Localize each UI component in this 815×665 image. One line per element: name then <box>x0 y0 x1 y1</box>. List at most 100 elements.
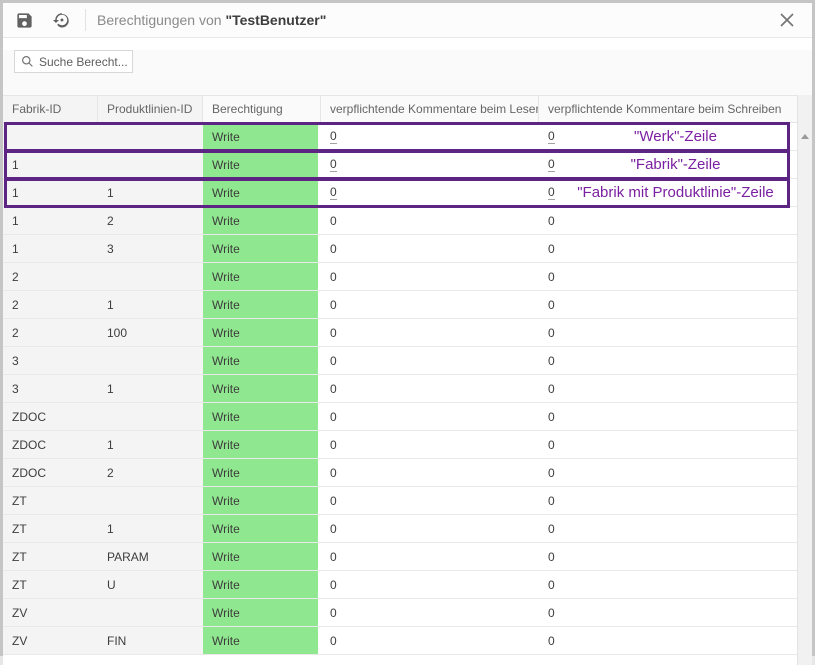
save-button[interactable] <box>11 7 37 33</box>
cell-fabrik-id[interactable]: 1 <box>3 179 98 206</box>
column-header-berechtigung[interactable]: Berechtigung <box>203 96 321 122</box>
cell-kommentare-lesen[interactable]: 0 <box>321 515 539 542</box>
cell-kommentare-lesen[interactable]: 0 <box>321 487 539 514</box>
cell-produktlinien-id[interactable]: PARAM <box>98 543 203 570</box>
cell-kommentare-schreiben[interactable]: 0 <box>539 263 797 290</box>
cell-produktlinien-id[interactable]: 1 <box>98 179 203 206</box>
cell-berechtigung[interactable]: Write <box>203 599 321 626</box>
cell-fabrik-id[interactable]: ZDOC <box>3 403 98 430</box>
table-row[interactable]: 2100Write00 <box>3 319 797 347</box>
cell-produktlinien-id[interactable] <box>98 123 203 150</box>
cell-kommentare-schreiben[interactable]: 0"Werk"-Zeile <box>539 123 797 150</box>
cell-fabrik-id[interactable]: ZV <box>3 599 98 626</box>
cell-berechtigung[interactable]: Write <box>203 403 321 430</box>
cell-kommentare-schreiben[interactable]: 0 <box>539 627 797 654</box>
cell-berechtigung[interactable]: Write <box>203 375 321 402</box>
column-header-kommentare-lesen[interactable]: verpflichtende Kommentare beim Lesen <box>321 96 539 122</box>
table-row[interactable]: ZTWrite00 <box>3 487 797 515</box>
cell-berechtigung[interactable]: Write <box>203 263 321 290</box>
table-row[interactable]: Write00"Werk"-Zeile <box>3 123 797 151</box>
table-row[interactable]: 21Write00 <box>3 291 797 319</box>
cell-fabrik-id[interactable]: ZT <box>3 571 98 598</box>
table-row[interactable]: 12Write00 <box>3 207 797 235</box>
cell-produktlinien-id[interactable]: 100 <box>98 319 203 346</box>
cell-kommentare-schreiben[interactable]: 0 <box>539 599 797 626</box>
cell-kommentare-lesen[interactable]: 0 <box>321 291 539 318</box>
table-row[interactable]: 31Write00 <box>3 375 797 403</box>
cell-fabrik-id[interactable]: 2 <box>3 291 98 318</box>
table-row[interactable]: ZDOC2Write00 <box>3 459 797 487</box>
cell-kommentare-schreiben[interactable]: 0 <box>539 235 797 262</box>
cell-kommentare-schreiben[interactable]: 0 <box>539 487 797 514</box>
cell-kommentare-lesen[interactable]: 0 <box>321 375 539 402</box>
cell-berechtigung[interactable]: Write <box>203 291 321 318</box>
cell-fabrik-id[interactable]: ZDOC <box>3 431 98 458</box>
table-row[interactable]: ZVFINWrite00 <box>3 627 797 655</box>
table-row[interactable]: ZVWrite00 <box>3 599 797 627</box>
cell-berechtigung[interactable]: Write <box>203 543 321 570</box>
table-row[interactable]: 11Write00"Fabrik mit Produktlinie"-Zeile <box>3 179 797 207</box>
cell-produktlinien-id[interactable]: 2 <box>98 459 203 486</box>
cell-berechtigung[interactable]: Write <box>203 179 321 206</box>
scroll-up-icon[interactable] <box>801 134 809 139</box>
cell-berechtigung[interactable]: Write <box>203 515 321 542</box>
cell-berechtigung[interactable]: Write <box>203 347 321 374</box>
cell-produktlinien-id[interactable]: 3 <box>98 235 203 262</box>
cell-kommentare-lesen[interactable]: 0 <box>321 403 539 430</box>
table-row[interactable]: 3Write00 <box>3 347 797 375</box>
cell-berechtigung[interactable]: Write <box>203 151 321 178</box>
cell-kommentare-schreiben[interactable]: 0 <box>539 431 797 458</box>
cell-fabrik-id[interactable]: 1 <box>3 235 98 262</box>
cell-berechtigung[interactable]: Write <box>203 431 321 458</box>
table-row[interactable]: ZDOC1Write00 <box>3 431 797 459</box>
vertical-scrollbar[interactable] <box>797 95 812 665</box>
table-row[interactable]: ZTUWrite00 <box>3 571 797 599</box>
history-button[interactable] <box>49 7 75 33</box>
table-row[interactable]: 13Write00 <box>3 235 797 263</box>
cell-kommentare-lesen[interactable]: 0 <box>321 459 539 486</box>
cell-kommentare-lesen[interactable]: 0 <box>321 263 539 290</box>
cell-kommentare-lesen[interactable]: 0 <box>321 347 539 374</box>
cell-produktlinien-id[interactable] <box>98 347 203 374</box>
cell-kommentare-schreiben[interactable]: 0 <box>539 319 797 346</box>
column-header-produktlinien-id[interactable]: Produktlinien-ID <box>98 96 203 122</box>
cell-kommentare-schreiben[interactable]: 0 <box>539 347 797 374</box>
cell-kommentare-lesen[interactable]: 0 <box>321 207 539 234</box>
cell-kommentare-schreiben[interactable]: 0 <box>539 291 797 318</box>
table-row[interactable]: ZTPARAMWrite00 <box>3 543 797 571</box>
cell-berechtigung[interactable]: Write <box>203 123 321 150</box>
cell-fabrik-id[interactable]: 1 <box>3 207 98 234</box>
cell-kommentare-schreiben[interactable]: 0 <box>539 459 797 486</box>
cell-kommentare-schreiben[interactable]: 0"Fabrik mit Produktlinie"-Zeile <box>539 179 797 206</box>
cell-fabrik-id[interactable]: ZDOC <box>3 459 98 486</box>
cell-kommentare-lesen[interactable]: 0 <box>321 235 539 262</box>
cell-kommentare-lesen[interactable]: 0 <box>321 543 539 570</box>
search-input[interactable] <box>39 55 132 69</box>
table-row[interactable]: ZDOCWrite00 <box>3 403 797 431</box>
table-row[interactable]: 1Write00"Fabrik"-Zeile <box>3 151 797 179</box>
cell-kommentare-lesen[interactable]: 0 <box>321 319 539 346</box>
cell-produktlinien-id[interactable]: FIN <box>98 627 203 654</box>
cell-kommentare-schreiben[interactable]: 0 <box>539 543 797 570</box>
cell-produktlinien-id[interactable] <box>98 487 203 514</box>
cell-kommentare-lesen[interactable]: 0 <box>321 599 539 626</box>
cell-kommentare-lesen[interactable]: 0 <box>321 179 539 206</box>
cell-kommentare-schreiben[interactable]: 0 <box>539 375 797 402</box>
cell-produktlinien-id[interactable]: 1 <box>98 515 203 542</box>
cell-fabrik-id[interactable]: ZT <box>3 543 98 570</box>
cell-kommentare-schreiben[interactable]: 0 <box>539 571 797 598</box>
cell-kommentare-schreiben[interactable]: 0"Fabrik"-Zeile <box>539 151 797 178</box>
cell-produktlinien-id[interactable]: 1 <box>98 291 203 318</box>
cell-produktlinien-id[interactable]: U <box>98 571 203 598</box>
cell-berechtigung[interactable]: Write <box>203 319 321 346</box>
cell-fabrik-id[interactable]: 3 <box>3 375 98 402</box>
cell-fabrik-id[interactable]: 2 <box>3 263 98 290</box>
cell-berechtigung[interactable]: Write <box>203 487 321 514</box>
cell-kommentare-lesen[interactable]: 0 <box>321 627 539 654</box>
cell-produktlinien-id[interactable] <box>98 151 203 178</box>
cell-produktlinien-id[interactable]: 1 <box>98 431 203 458</box>
table-row[interactable]: ZT1Write00 <box>3 515 797 543</box>
cell-berechtigung[interactable]: Write <box>203 459 321 486</box>
cell-kommentare-lesen[interactable]: 0 <box>321 151 539 178</box>
cell-produktlinien-id[interactable] <box>98 599 203 626</box>
